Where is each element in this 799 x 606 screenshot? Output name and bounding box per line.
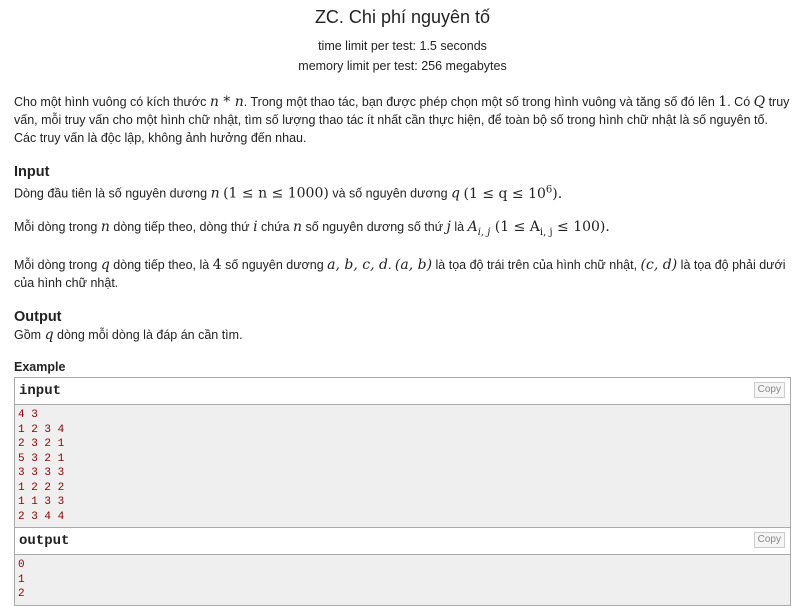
code-line: 2 [18, 588, 25, 601]
code-line: 2 3 2 1 [18, 438, 65, 451]
math-one: 1 [718, 94, 728, 110]
math-Q: Q [753, 94, 766, 110]
sample-output-label: output [19, 533, 70, 550]
example-section: Example input Copy 4 31 2 3 4 2 3 2 15 3 … [14, 359, 791, 606]
code-line: 4 3 [18, 409, 38, 422]
memory-limit: memory limit per test: 256 megabytes [298, 59, 507, 73]
output-section: Output Gồm q dòng mỗi dòng là đáp án cần… [14, 308, 791, 344]
sample-input-header: input Copy [15, 378, 790, 406]
code-line: 1 [18, 573, 25, 586]
math-n-times-n: n * n [209, 94, 244, 110]
input-line-3: Mỗi dòng trong q dòng tiếp theo, là 4 số… [14, 257, 786, 291]
output-section-title: Output [14, 309, 62, 326]
sample-output-header: output Copy [15, 528, 790, 556]
input-line-2: Mỗi dòng trong n dòng tiếp theo, dòng th… [14, 218, 610, 238]
legend-paragraph: Cho một hình vuông có kích thước n * n. … [14, 94, 790, 145]
input-section-title: Input [14, 164, 50, 180]
code-line: 5 3 2 1 [18, 452, 65, 465]
copy-output-button[interactable]: Copy [753, 532, 785, 549]
sample-input-content: 4 31 2 3 4 2 3 2 15 3 2 1 3 3 3 31 2 2 2 1 … [15, 405, 790, 528]
problem-statement: ZC. Chi phí nguyên tố time limit per tes… [14, 0, 791, 606]
time-limit: time limit per test: 1.5 seconds [318, 39, 487, 53]
sample-output-box: output Copy 01 2 [14, 528, 791, 606]
code-line: 1 2 3 4 [18, 423, 65, 436]
copy-input-button[interactable]: Copy [753, 382, 785, 399]
code-line: 1 1 3 3 [18, 496, 65, 509]
sample-input-label: input [19, 383, 62, 400]
sample-output-content: 01 2 [15, 555, 790, 605]
sample-input-box: input Copy 4 31 2 3 4 2 3 2 15 3 2 1 3 3 3… [14, 377, 791, 529]
problem-header: ZC. Chi phí nguyên tố time limit per tes… [14, 6, 791, 76]
code-line: 1 2 2 2 [18, 481, 65, 494]
problem-title: ZC. Chi phí nguyên tố [314, 7, 491, 27]
code-line: 3 3 3 3 [18, 467, 65, 480]
input-section: Input Dòng đầu tiên là số nguyên dương n… [14, 163, 791, 292]
input-line-1: Dòng đầu tiên là số nguyên dương n (1 ≤ … [14, 184, 563, 202]
code-line: 0 [18, 559, 25, 572]
output-line-1: Gồm q dòng mỗi dòng là đáp án cần tìm. [14, 327, 243, 344]
example-title: Example [14, 360, 66, 375]
code-line: 2 3 4 4 [18, 510, 65, 523]
